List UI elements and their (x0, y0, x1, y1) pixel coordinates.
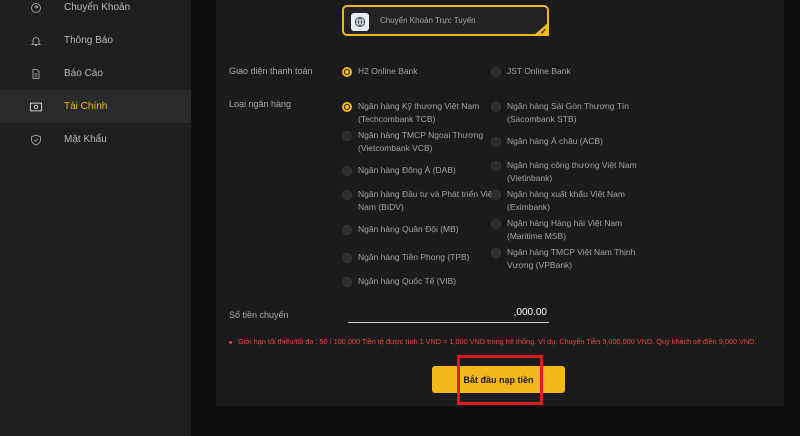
sidebar-item-label: Mật Khẩu (64, 134, 107, 145)
radio-label: H2 Online Bank (358, 66, 418, 76)
radio-h2-online-bank[interactable]: H2 Online Bank (342, 65, 498, 78)
radio-label: Ngân hàng Á châu (ACB) (507, 136, 603, 146)
radio-label: Ngân hàng Quân Đội (MB) (358, 224, 459, 234)
bank-type-label: Loại ngân hàng (229, 99, 292, 109)
finance-icon (30, 101, 42, 113)
report-icon (30, 68, 42, 80)
payment-interface-label: Giao diện thanh toán (229, 66, 313, 76)
limit-note-text: Giới hạn tối thiểu/tối đa : 50 / 100,000… (238, 337, 757, 346)
radio-label: Ngân hàng Đông Á (DAB) (358, 165, 456, 175)
radio-bank-acb[interactable]: Ngân hàng Á châu (ACB) (491, 135, 647, 148)
payment-method-card[interactable]: Chuyển Khoản Trực Tuyến ✓ (342, 5, 549, 36)
radio-bank-bidv[interactable]: Ngân hàng Đầu tư và Phát triển Việt Nam … (342, 188, 498, 213)
radio-label: JST Online Bank (507, 66, 571, 76)
amount-underline (348, 322, 549, 323)
sidebar-item-transfer[interactable]: Chuyển Khoản (0, 0, 191, 24)
radio-dot (491, 190, 501, 200)
radio-dot (491, 161, 501, 171)
radio-dot (491, 248, 501, 258)
radio-label: Ngân hàng Quốc Tế (VIB) (358, 276, 457, 286)
right-edge (784, 0, 800, 436)
shield-icon (30, 133, 42, 146)
radio-label: Ngân hàng xuất khẩu Việt Nam (Eximbank) (507, 189, 625, 212)
radio-bank-eximbank[interactable]: Ngân hàng xuất khẩu Việt Nam (Eximbank) (491, 188, 647, 213)
sidebar-item-password[interactable]: Mật Khẩu (0, 123, 191, 156)
radio-bank-vcb[interactable]: Ngân hàng TMCP Ngoại Thương (Vietcombank… (342, 129, 498, 154)
radio-jst-online-bank[interactable]: JST Online Bank (491, 65, 647, 78)
limit-note: Giới hạn tối thiểu/tối đa : 50 / 100,000… (229, 336, 764, 347)
radio-dot (342, 190, 352, 200)
radio-dot (342, 253, 352, 263)
sidebar-item-label: Chuyển Khoản (64, 2, 131, 13)
amount-label: Số tiền chuyển (229, 310, 289, 320)
sidebar-item-finance[interactable]: Tài Chính (0, 90, 191, 123)
deposit-panel: Chuyển Khoản Trực Tuyến ✓ Giao diện than… (216, 0, 784, 406)
radio-label: Ngân hàng Đầu tư và Phát triển Việt Nam … (358, 189, 495, 212)
radio-bank-vietinbank[interactable]: Ngân hàng công thương Việt Nam (Vietinba… (491, 159, 647, 184)
radio-dot (342, 102, 352, 112)
radio-label: Ngân hàng công thương Việt Nam (Vietinba… (507, 160, 637, 183)
selected-check-icon: ✓ (533, 22, 549, 36)
radio-label: Ngân hàng Kỹ thương Việt Nam (Techcomban… (358, 101, 480, 124)
sidebar-item-label: Thông Báo (64, 35, 113, 46)
radio-label: Ngân hàng Hàng hải Việt Nam (Maritime MS… (507, 218, 623, 241)
divider (191, 0, 200, 436)
radio-bank-vib[interactable]: Ngân hàng Quốc Tế (VIB) (342, 275, 498, 288)
radio-label: Ngân hàng TMCP Ngoại Thương (Vietcombank… (358, 130, 484, 153)
radio-bank-msb[interactable]: Ngân hàng Hàng hải Việt Nam (Maritime MS… (491, 217, 647, 242)
radio-label: Ngân hàng Sài Gòn Thương Tín (Sacombank … (507, 101, 630, 124)
radio-dot (491, 219, 501, 229)
sidebar-item-label: Báo Cáo (64, 68, 103, 79)
radio-bank-stb[interactable]: Ngân hàng Sài Gòn Thương Tín (Sacombank … (491, 100, 647, 125)
radio-bank-tcb[interactable]: Ngân hàng Kỹ thương Việt Nam (Techcomban… (342, 100, 498, 125)
payment-method-label: Chuyển Khoản Trực Tuyến (380, 16, 476, 25)
sidebar-item-reports[interactable]: Báo Cáo (0, 57, 191, 90)
radio-dot (491, 67, 501, 77)
bell-icon (30, 35, 42, 47)
radio-label: Ngân hàng Tiền Phong (TPB) (358, 252, 470, 262)
sidebar: Chuyển Khoản Thông Báo Báo Cáo Tài Chính… (0, 0, 191, 436)
amount-input[interactable]: ,000.00 (348, 307, 547, 318)
radio-dot (491, 137, 501, 147)
transfer-icon (30, 2, 42, 14)
sidebar-item-notifications[interactable]: Thông Báo (0, 24, 191, 57)
radio-dot (342, 225, 352, 235)
radio-label: Ngân hàng TMCP Việt Nam Thịnh Vượng (VPB… (507, 247, 636, 270)
radio-bank-vpbank[interactable]: Ngân hàng TMCP Việt Nam Thịnh Vượng (VPB… (491, 246, 647, 271)
radio-dot (342, 166, 352, 176)
highlight-annotation-box (457, 355, 543, 405)
radio-dot (342, 67, 352, 77)
bullet-icon (229, 340, 232, 344)
sidebar-item-label: Tài Chính (64, 101, 108, 112)
globe-icon (351, 13, 369, 31)
radio-bank-mb[interactable]: Ngân hàng Quân Đội (MB) (342, 223, 498, 236)
radio-dot (342, 131, 352, 141)
radio-bank-tpb[interactable]: Ngân hàng Tiền Phong (TPB) (342, 251, 498, 264)
radio-dot (491, 102, 501, 112)
radio-bank-dab[interactable]: Ngân hàng Đông Á (DAB) (342, 164, 498, 177)
radio-dot (342, 277, 352, 287)
